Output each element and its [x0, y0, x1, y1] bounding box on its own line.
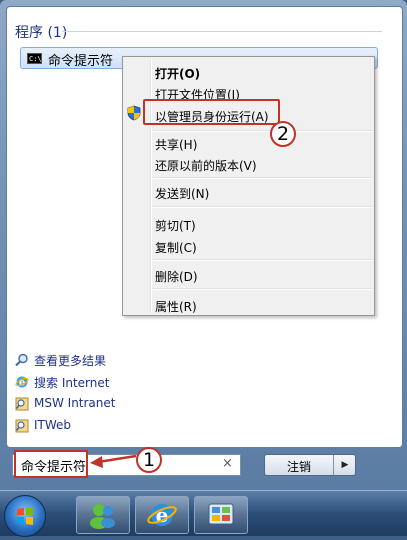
link-label: 查看更多结果: [34, 354, 107, 368]
search-text-highlight: 命令提示符: [14, 450, 88, 478]
link-msw-intranet[interactable]: MSW Intranet: [15, 396, 165, 414]
clear-search-icon[interactable]: ×: [222, 456, 233, 471]
taskbar-control-panel-button[interactable]: [194, 496, 248, 534]
menu-item-send-to[interactable]: 发送到(N): [155, 185, 209, 202]
web-search-icon: [15, 419, 29, 433]
menu-separator: [153, 130, 372, 132]
section-divider: [62, 31, 382, 32]
taskbar-internet-explorer-button[interactable]: e: [135, 496, 189, 534]
uac-shield-icon: [127, 105, 141, 121]
log-off-label: 注销: [286, 460, 311, 474]
link-label: ITWeb: [34, 418, 72, 432]
link-label: 搜索 Internet: [34, 376, 110, 390]
menu-item-restore-previous-versions[interactable]: 还原以前的版本(V): [155, 157, 257, 174]
taskbar-messenger-button[interactable]: [76, 496, 130, 534]
internet-explorer-icon: e: [147, 503, 177, 527]
menu-separator: [153, 206, 372, 208]
context-menu-gutter: [150, 59, 152, 313]
internet-explorer-icon: e: [15, 376, 29, 389]
link-search-internet[interactable]: e 搜索 Internet: [15, 374, 165, 392]
callout-arrow: [90, 454, 137, 468]
context-menu: 打开(O) 打开文件位置(I) 以管理员身份运行(A) 共享(H) 还原以前的版…: [122, 56, 375, 316]
search-icon: [15, 353, 28, 367]
command-prompt-icon: C:\: [27, 53, 42, 64]
callout-step-1: 1: [136, 447, 162, 473]
log-off-button[interactable]: 注销 ▶: [264, 454, 356, 476]
menu-item-share[interactable]: 共享(H): [155, 136, 197, 153]
windows-live-messenger-icon: [90, 504, 115, 529]
program-item-label: 命令提示符: [48, 54, 114, 69]
menu-item-copy[interactable]: 复制(C): [155, 239, 197, 256]
start-orb[interactable]: [4, 495, 46, 537]
menu-item-cut[interactable]: 剪切(T): [155, 217, 196, 234]
menu-item-properties[interactable]: 属性(R): [155, 298, 197, 315]
search-input-value: 命令提示符: [21, 460, 87, 475]
run-as-admin-highlight: [143, 99, 280, 125]
link-see-more-results[interactable]: 查看更多结果: [15, 352, 165, 370]
link-itweb[interactable]: ITWeb: [15, 418, 165, 436]
windows-logo-icon: [17, 507, 33, 525]
intranet-search-icon: [15, 397, 29, 411]
control-panel-icon: [208, 503, 234, 525]
menu-item-delete[interactable]: 删除(D): [155, 268, 198, 285]
shutdown-options-arrow-icon[interactable]: ▶: [333, 455, 356, 475]
link-label: MSW Intranet: [34, 396, 116, 410]
svg-text:e: e: [156, 503, 169, 527]
menu-separator: [153, 259, 372, 261]
menu-separator: [153, 288, 372, 290]
programs-section-header: 程序 (1): [15, 25, 68, 41]
menu-item-open[interactable]: 打开(O): [155, 65, 200, 82]
callout-step-2: 2: [270, 121, 296, 147]
menu-separator: [153, 177, 372, 179]
